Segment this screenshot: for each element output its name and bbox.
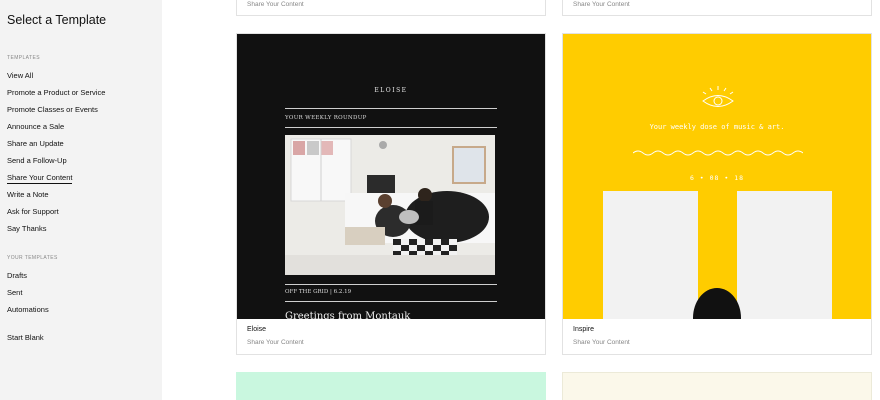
nav-automations[interactable]: Automations	[7, 305, 49, 314]
template-category: Share Your Content	[573, 339, 630, 346]
nav-send-follow-up[interactable]: Send a Follow-Up	[7, 156, 67, 165]
template-preview-eloise: ELOISE YOUR WEEKLY ROUNDUP OFF THE GRID …	[237, 34, 545, 320]
inspire-photo-panel-right	[737, 191, 832, 320]
template-card-top-right[interactable]: Share Your Content	[562, 0, 872, 16]
divider	[285, 284, 497, 285]
template-name: Eloise	[247, 326, 267, 333]
eloise-brand: ELOISE	[374, 87, 408, 94]
nav-say-thanks[interactable]: Say Thanks	[7, 224, 46, 233]
nav-ask-support[interactable]: Ask for Support	[7, 207, 59, 216]
template-card-eloise[interactable]: ELOISE YOUR WEEKLY ROUNDUP OFF THE GRID …	[236, 33, 546, 355]
nav-promote-classes[interactable]: Promote Classes or Events	[7, 105, 98, 114]
nav-view-all[interactable]: View All	[7, 71, 33, 80]
nav-start-blank[interactable]: Start Blank	[7, 333, 44, 342]
template-card-top-left[interactable]: Share Your Content	[236, 0, 546, 16]
divider	[285, 301, 497, 302]
nav-announce-sale[interactable]: Announce a Sale	[7, 122, 64, 131]
template-info: Eloise Share Your Content	[237, 319, 545, 354]
your-templates-section-label: YOUR TEMPLATES	[7, 255, 58, 261]
template-category: Share Your Content	[573, 1, 630, 8]
nav-write-note[interactable]: Write a Note	[7, 190, 49, 199]
template-category: Share Your Content	[247, 339, 304, 346]
eloise-caption: OFF THE GRID | 6.2.19	[285, 289, 352, 295]
templates-section-label: TEMPLATES	[7, 55, 40, 61]
person-silhouette	[693, 288, 741, 320]
living-room-photo	[285, 135, 495, 275]
eloise-kicker: YOUR WEEKLY ROUNDUP	[285, 115, 367, 121]
divider	[285, 127, 497, 128]
divider	[285, 108, 497, 109]
template-name: Inspire	[573, 326, 595, 333]
nav-sent[interactable]: Sent	[7, 288, 22, 297]
template-grid: Share Your Content Share Your Content EL…	[162, 0, 880, 400]
nav-share-your-content[interactable]: Share Your Content	[7, 173, 73, 184]
template-card-cream[interactable]	[562, 372, 872, 400]
inspire-photo-panel-left	[603, 191, 698, 320]
inspire-tagline: Your weekly dose of music & art.	[649, 123, 785, 131]
eye-icon	[702, 86, 734, 107]
template-sidebar: Select a Template TEMPLATES View All Pro…	[0, 0, 162, 400]
template-card-inspire[interactable]: Your weekly dose of music & art. 6 • 08 …	[562, 33, 872, 355]
inspire-date: 6 • 08 • 18	[689, 174, 745, 182]
template-preview-inspire: Your weekly dose of music & art. 6 • 08 …	[563, 34, 871, 320]
eloise-hero-photo	[285, 135, 495, 275]
nav-promote-product[interactable]: Promote a Product or Service	[7, 88, 105, 97]
nav-drafts[interactable]: Drafts	[7, 271, 27, 280]
nav-share-update[interactable]: Share an Update	[7, 139, 64, 148]
template-category: Share Your Content	[247, 1, 304, 8]
wave-divider	[633, 150, 803, 156]
template-card-mint[interactable]	[236, 372, 546, 400]
template-info: Inspire Share Your Content	[563, 319, 871, 354]
sidebar-title: Select a Template	[7, 13, 107, 27]
